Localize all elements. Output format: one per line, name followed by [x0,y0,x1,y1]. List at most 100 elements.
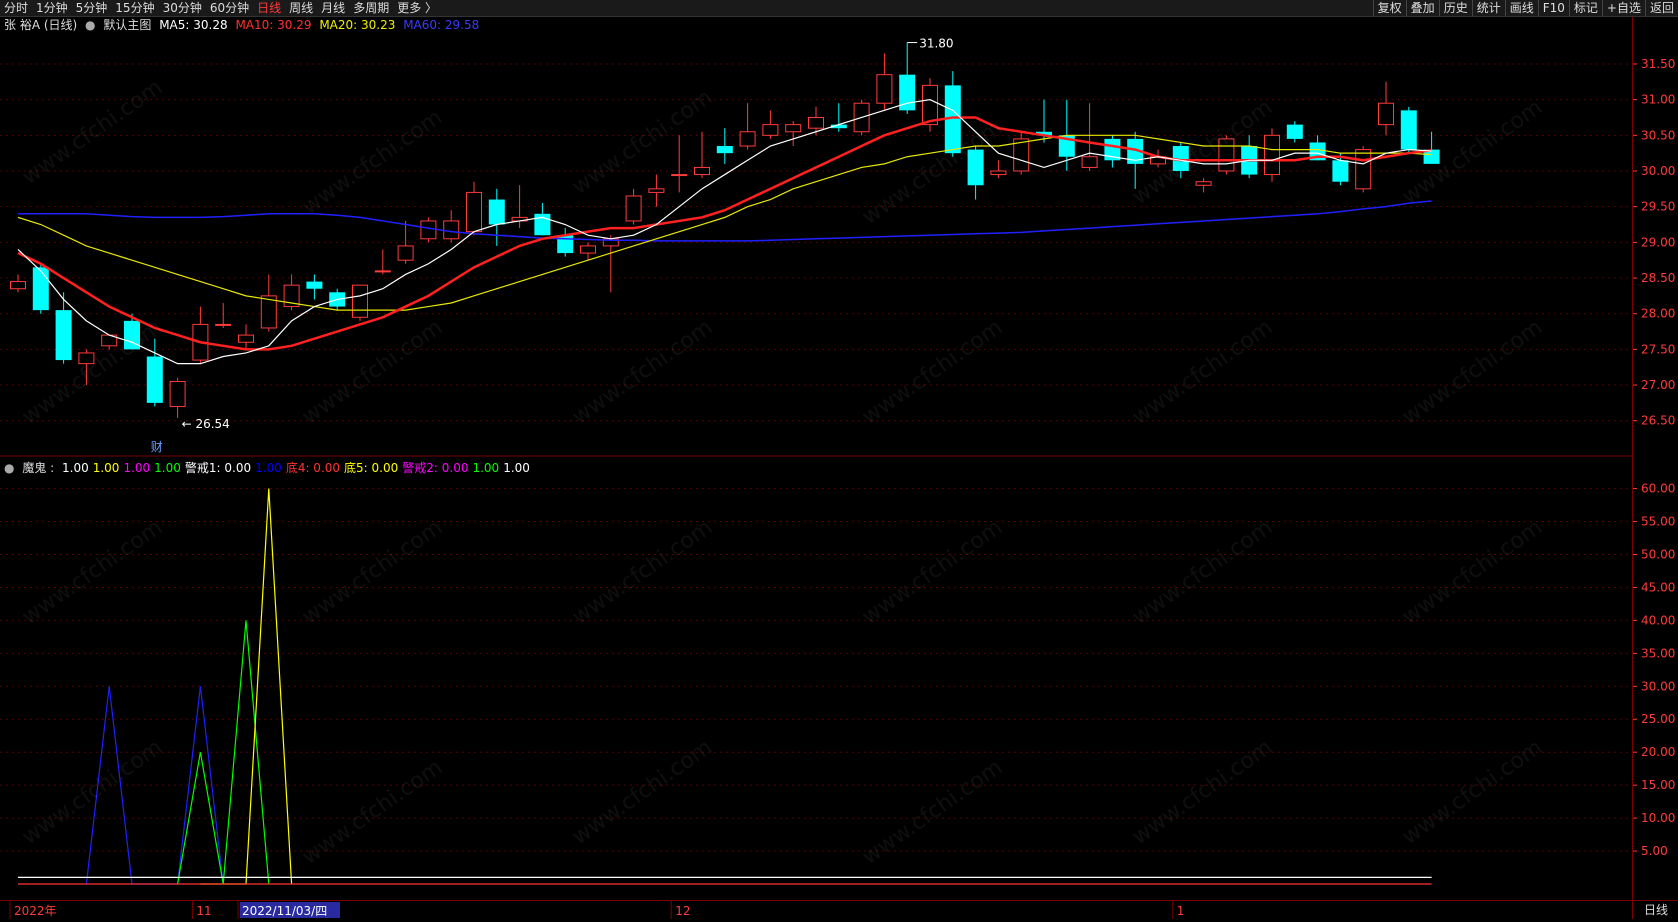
candle-body-down [32,267,49,311]
candle-body-down [146,356,163,403]
candle-body-up [785,124,802,133]
indicator-tick-label: 10.00 [1641,811,1675,825]
period-tab-1[interactable]: 1分钟 [32,0,72,16]
indicator-tick-label: 45.00 [1641,580,1675,594]
candle-body-up [648,188,665,193]
candle-body-up [352,284,368,318]
candle-body-up [694,166,710,176]
price-tick-label: 29.50 [1641,200,1675,214]
indicator-tick-label: 5.00 [1641,844,1668,858]
date-axis: 2022年 11 2022/11/03/四 12 1 [0,900,1632,919]
candle-body-up [1378,102,1394,126]
candle-body-up [443,220,460,240]
indicator-tick-label: 35.00 [1641,646,1675,660]
toolbar-button-3[interactable]: 统计 [1471,0,1505,16]
candle-body-up [1081,156,1098,168]
date-label-2: 2022/11/03/四 [242,904,327,918]
candle-body-up [922,84,938,126]
period-label[interactable]: 日线 [1632,900,1678,919]
candle-body-up [215,323,232,326]
low-price-label: ← 26.54 [182,417,230,431]
candle-body-up [739,131,756,147]
period-tab-2[interactable]: 5分钟 [72,0,112,16]
main-chart-panel[interactable]: 张 裕A (日线) ● 默认主图 MA5: 30.28 MA10: 30.29 … [0,17,1632,457]
period-tab-9[interactable]: 多周期 [349,0,393,16]
price-axis-labels: 31.50 31.00 30.50 30.00 29.50 29.00 28.50 28.00… [1633,57,1675,858]
toolbar-button-6[interactable]: 标记 [1568,0,1602,16]
candle-body-up [580,245,596,254]
period-toolbar: 分时 1分钟 5分钟 15分钟 30分钟 60分钟 日线 周线 月线 多周期 更多 〉 复权 叠加 历史… [0,0,1678,17]
candle-body-down [488,199,505,225]
candle-body-up [10,281,26,290]
price-tick-label: 26.50 [1641,414,1675,428]
candle-body-down [1286,124,1303,139]
candle-body-down [967,149,984,186]
toolbar-button-4[interactable]: 画线 [1504,0,1538,16]
date-axis-labels: 2022年 11 2022/11/03/四 12 1 [9,901,1185,919]
toolbar-button-0[interactable]: 复权 [1372,0,1406,16]
indicator-chart[interactable] [0,460,1632,900]
price-tick-label: 27.00 [1641,378,1675,392]
candle-body-up [169,380,186,407]
period-tab-5[interactable]: 60分钟 [206,0,253,16]
indicator-tick-label: 50.00 [1641,547,1675,561]
candle-body-up [625,195,642,222]
toolbar-button-5[interactable]: F10 [1537,0,1569,16]
high-price-label: 31.80 [919,37,953,51]
candle-body-up [466,191,482,233]
candle-body-up [671,174,688,177]
indicator-tick-label: 15.00 [1641,778,1675,792]
period-tab-0[interactable]: 分时 [0,0,32,16]
candle-body-down [55,310,72,361]
indicator-panel[interactable]: ● 魔鬼 : 1.00 1.00 1.00 1.00 警戒1: 0.00 1.00 底4: … [0,460,1632,900]
candlestick-chart[interactable]: 31.80 ← 26.54 财 [0,17,1632,457]
toolbar-actions: 复权 叠加 历史 统计 画线 F10 标记 +自选 返回 [1372,0,1678,16]
indicator-tick-label: 60.00 [1641,482,1675,496]
candle-body-up [397,245,414,261]
indicator-tick-label: 25.00 [1641,712,1675,726]
candle-body-up [78,352,95,365]
toolbar-button-8[interactable]: 返回 [1644,0,1678,16]
toolbar-button-7[interactable]: +自选 [1601,0,1645,16]
period-tab-7[interactable]: 周线 [285,0,317,16]
candle-body-up [238,334,254,343]
price-tick-label: 30.50 [1641,128,1675,142]
candle-body-up [1355,149,1372,190]
period-tab-10[interactable]: 更多 〉 [393,0,441,16]
indicator-tick-label: 55.00 [1641,515,1675,529]
candle-body-down [1332,160,1349,182]
price-tick-label: 28.00 [1641,307,1675,321]
candle-body-up [990,170,1007,176]
candle-body-up [762,124,779,136]
candle-body-up [1218,138,1235,172]
date-label-3: 12 [675,904,690,918]
period-tab-3[interactable]: 15分钟 [111,0,158,16]
candle-body-down [1400,110,1417,150]
candle-body-up [420,220,437,240]
financial-report-marker: 财 [151,440,163,454]
indicator-tick-label: 20.00 [1641,745,1675,759]
price-axis[interactable]: 31.50 31.00 30.50 30.00 29.50 29.00 28.50 28.00… [1632,17,1678,900]
price-tick-label: 31.00 [1641,93,1675,107]
price-tick-label: 29.00 [1641,235,1675,249]
candle-body-down [306,281,323,289]
price-tick-label: 30.00 [1641,164,1675,178]
candle-body-down [716,146,733,154]
price-tick-label: 27.50 [1641,342,1675,356]
candle-body-up [808,116,824,129]
candle-body-up [1195,181,1212,186]
indicator-tick-label: 30.00 [1641,679,1675,693]
toolbar-button-2[interactable]: 历史 [1438,0,1472,16]
price-tick-label: 31.50 [1641,57,1675,71]
toolbar-button-1[interactable]: 叠加 [1405,0,1439,16]
period-tabs: 分时 1分钟 5分钟 15分钟 30分钟 60分钟 日线 周线 月线 多周期 更多 〉 [0,0,441,16]
candle-body-up [374,270,391,273]
date-label-1: 11 [196,904,211,918]
price-tick-label: 28.50 [1641,271,1675,285]
indicator-series-0 [85,686,224,885]
period-tab-8[interactable]: 月线 [317,0,349,16]
period-tab-6[interactable]: 日线 [253,0,285,16]
candle-body-up [1264,134,1280,176]
period-tab-4[interactable]: 30分钟 [159,0,206,16]
date-label-4: 1 [1177,904,1185,918]
